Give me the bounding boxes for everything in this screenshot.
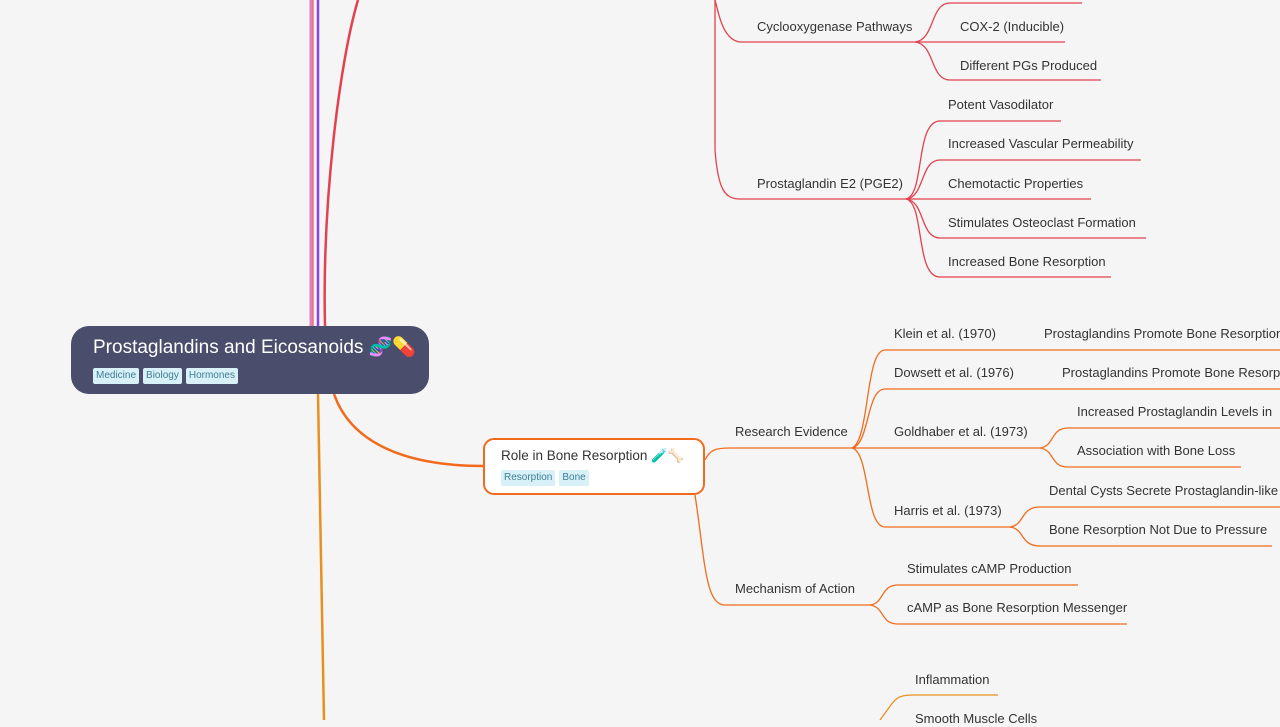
bone-resorption-node[interactable]: Role in Bone Resorption 🧪🦴 Resorption Bo… [483, 438, 705, 495]
node-harris[interactable]: Harris et al. (1973) [894, 503, 1002, 519]
node-pge2[interactable]: Prostaglandin E2 (PGE2) [757, 176, 903, 192]
connector-red-main [323, 0, 360, 327]
node-smooth-muscle[interactable]: Smooth Muscle Cells [915, 711, 1037, 727]
bone-resorption-title: Role in Bone Resorption 🧪🦴 [501, 448, 685, 463]
tag-medicine[interactable]: Medicine [93, 368, 140, 384]
node-cyclooxygenase[interactable]: Cyclooxygenase Pathways [757, 19, 912, 35]
root-title: Prostaglandins and Eicosanoids 🧬💊 [93, 337, 416, 358]
node-vascular-permeability[interactable]: Increased Vascular Permeability [948, 136, 1133, 152]
node-osteoclast[interactable]: Stimulates Osteoclast Formation [948, 215, 1136, 231]
node-different-pgs[interactable]: Different PGs Produced [960, 58, 1097, 74]
node-inflammation[interactable]: Inflammation [915, 672, 989, 688]
node-goldhaber-finding-2[interactable]: Association with Bone Loss [1077, 443, 1235, 459]
node-harris-finding-1[interactable]: Dental Cysts Secrete Prostaglandin-like [1049, 483, 1278, 499]
node-camp-messenger[interactable]: cAMP as Bone Resorption Messenger [907, 600, 1127, 616]
node-cox2[interactable]: COX-2 (Inducible) [960, 19, 1064, 35]
node-dowsett-finding[interactable]: Prostaglandins Promote Bone Resorption [1062, 365, 1280, 381]
node-camp-production[interactable]: Stimulates cAMP Production [907, 561, 1072, 577]
root-tags: Medicine Biology Hormones [93, 368, 407, 384]
node-klein-finding[interactable]: Prostaglandins Promote Bone Resorption [1044, 326, 1280, 342]
node-chemotactic[interactable]: Chemotactic Properties [948, 176, 1083, 192]
tag-bone[interactable]: Bone [559, 470, 589, 486]
node-vasodilator[interactable]: Potent Vasodilator [948, 97, 1053, 113]
root-node[interactable]: Prostaglandins and Eicosanoids 🧬💊 Medici… [71, 326, 429, 394]
node-goldhaber[interactable]: Goldhaber et al. (1973) [894, 424, 1028, 440]
node-increased-bone-resorption[interactable]: Increased Bone Resorption [948, 254, 1106, 270]
node-klein[interactable]: Klein et al. (1970) [894, 326, 996, 342]
tag-biology[interactable]: Biology [143, 368, 182, 384]
tag-hormones[interactable]: Hormones [185, 368, 238, 384]
node-mechanism[interactable]: Mechanism of Action [735, 581, 855, 597]
connector-bone [332, 393, 485, 468]
node-harris-finding-2[interactable]: Bone Resorption Not Due to Pressure [1049, 522, 1267, 538]
connector-amber [316, 393, 326, 720]
node-dowsett[interactable]: Dowsett et al. (1976) [894, 365, 1014, 381]
node-research-evidence[interactable]: Research Evidence [735, 424, 848, 440]
tag-resorption[interactable]: Resorption [501, 470, 556, 486]
bone-tags: Resorption Bone [501, 470, 687, 486]
node-goldhaber-finding-1[interactable]: Increased Prostaglandin Levels in [1077, 404, 1272, 420]
connector-research [704, 447, 852, 461]
